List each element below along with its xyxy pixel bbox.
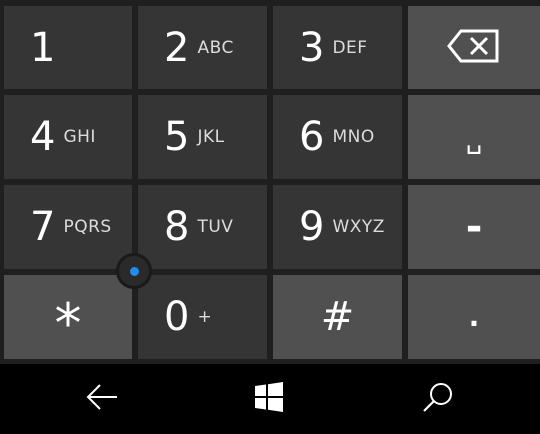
space-key[interactable]: ␣ <box>408 95 540 179</box>
key-digit: 2 <box>164 24 190 71</box>
key-0[interactable]: 0 + <box>138 275 267 359</box>
backspace-key[interactable] <box>408 6 540 89</box>
key-7[interactable]: 7 PQRS <box>4 185 132 269</box>
dot-key[interactable]: . <box>408 275 540 359</box>
key-letters: TUV <box>197 217 234 237</box>
key-digit: 6 <box>299 114 325 160</box>
key-digit: 1 <box>30 24 56 71</box>
key-letters: DEF <box>332 37 368 58</box>
home-button[interactable] <box>229 364 309 434</box>
cursor-handle[interactable] <box>116 253 152 289</box>
minus-symbol: - <box>465 204 483 250</box>
key-letters: + <box>197 307 213 327</box>
numeric-keypad: 1 2 ABC 3 DEF 4 GHI 5 JKL 6 MNO ␣ 7 PQRS <box>0 0 540 364</box>
key-8[interactable]: 8 TUV <box>138 185 267 269</box>
key-letters: WXYZ <box>332 217 385 237</box>
hash-symbol: # <box>320 294 355 340</box>
key-digit: 3 <box>299 24 325 71</box>
key-3[interactable]: 3 DEF <box>273 6 402 89</box>
search-button[interactable] <box>398 364 478 434</box>
key-letters: ABC <box>197 37 234 58</box>
key-letters: GHI <box>63 127 96 147</box>
key-letters: JKL <box>197 127 225 147</box>
key-2[interactable]: 2 ABC <box>138 6 267 89</box>
key-letters: MNO <box>332 127 375 147</box>
back-arrow-icon <box>85 382 119 416</box>
key-letters: PQRS <box>63 217 112 237</box>
minus-key[interactable]: - <box>408 185 540 269</box>
key-digit: 9 <box>299 204 325 250</box>
backspace-icon <box>447 28 501 68</box>
key-6[interactable]: 6 MNO <box>273 95 402 179</box>
star-key[interactable]: * <box>4 275 132 359</box>
key-digit: 8 <box>164 204 190 250</box>
key-9[interactable]: 9 WXYZ <box>273 185 402 269</box>
windows-logo-icon <box>254 382 284 416</box>
space-icon: ␣ <box>465 125 483 155</box>
key-digit: 5 <box>164 114 190 160</box>
back-button[interactable] <box>62 364 142 434</box>
search-icon <box>422 381 454 417</box>
dot-symbol: . <box>468 300 480 333</box>
key-digit: 4 <box>30 114 56 160</box>
key-digit: 7 <box>30 204 56 250</box>
key-5[interactable]: 5 JKL <box>138 95 267 179</box>
cursor-dot <box>129 266 139 276</box>
key-digit: 0 <box>164 294 190 340</box>
key-4[interactable]: 4 GHI <box>4 95 132 179</box>
key-1[interactable]: 1 <box>4 6 132 89</box>
navigation-bar <box>0 364 540 434</box>
hash-key[interactable]: # <box>273 275 402 359</box>
star-symbol: * <box>54 292 82 355</box>
